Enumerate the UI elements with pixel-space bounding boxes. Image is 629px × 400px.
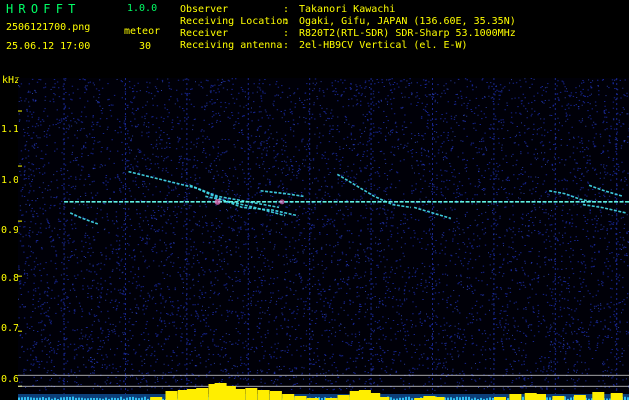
- info-label-observer: Observer: [180, 4, 229, 15]
- y-tick-label: 1.1: [1, 124, 20, 135]
- y-tick-label: 1.0: [1, 175, 20, 186]
- activity-bar: [573, 395, 586, 400]
- activity-bar: [269, 391, 282, 400]
- y-tick-label: 0.8: [1, 273, 20, 284]
- plot-background: [18, 78, 629, 400]
- echo-intersection: [279, 199, 285, 205]
- activity-bar: [294, 396, 307, 400]
- activity-bar: [282, 394, 295, 400]
- activity-bar: [196, 388, 209, 400]
- y-tick-label: 0.9: [1, 225, 20, 236]
- observation-datetime: 25.06.12 17:00: [6, 41, 91, 52]
- info-value-location: Ogaki, Gifu, JAPAN (136.60E, 35.35N): [299, 16, 516, 27]
- hrofft-window: HROFFT 1.0.0 2506121700.png 25.06.12 17:…: [0, 0, 629, 400]
- activity-bar: [165, 391, 178, 400]
- app-title: HROFFT: [6, 2, 81, 16]
- info-label-antenna: Receiving antenna: [180, 40, 283, 51]
- meteor-count-value: 30: [139, 41, 152, 52]
- activity-bar: [257, 390, 270, 400]
- echo-intersection: [214, 198, 221, 205]
- y-tick-label: 0.6: [1, 374, 20, 385]
- info-value-receiver: R820T2(RTL-SDR) SDR-Sharp 53.1000MHz: [299, 28, 516, 39]
- activity-bar: [245, 388, 258, 400]
- info-sep-receiver: :: [283, 28, 290, 39]
- activity-bar: [534, 394, 546, 400]
- info-value-antenna: 2el-HB9CV Vertical (el. E-W): [299, 40, 468, 51]
- y-tick-label: 0.7: [1, 323, 20, 334]
- activity-bar: [509, 394, 522, 400]
- info-value-observer: Takanori Kawachi: [299, 4, 396, 15]
- activity-bar: [552, 396, 565, 400]
- file-name: 2506121700.png: [6, 22, 91, 33]
- meteor-count-label: meteor: [124, 26, 161, 37]
- app-version: 1.0.0: [127, 3, 158, 14]
- info-label-location: Receiving Location: [180, 16, 289, 27]
- activity-bar: [233, 389, 246, 400]
- info-label-receiver: Receiver: [180, 28, 229, 39]
- activity-bar: [337, 395, 350, 400]
- activity-bar: [610, 393, 623, 400]
- info-sep-location: :: [283, 16, 290, 27]
- info-sep-antenna: :: [283, 40, 290, 51]
- spectrogram-plot: [18, 78, 629, 400]
- activity-bar: [592, 392, 605, 400]
- info-sep-observer: :: [283, 4, 290, 15]
